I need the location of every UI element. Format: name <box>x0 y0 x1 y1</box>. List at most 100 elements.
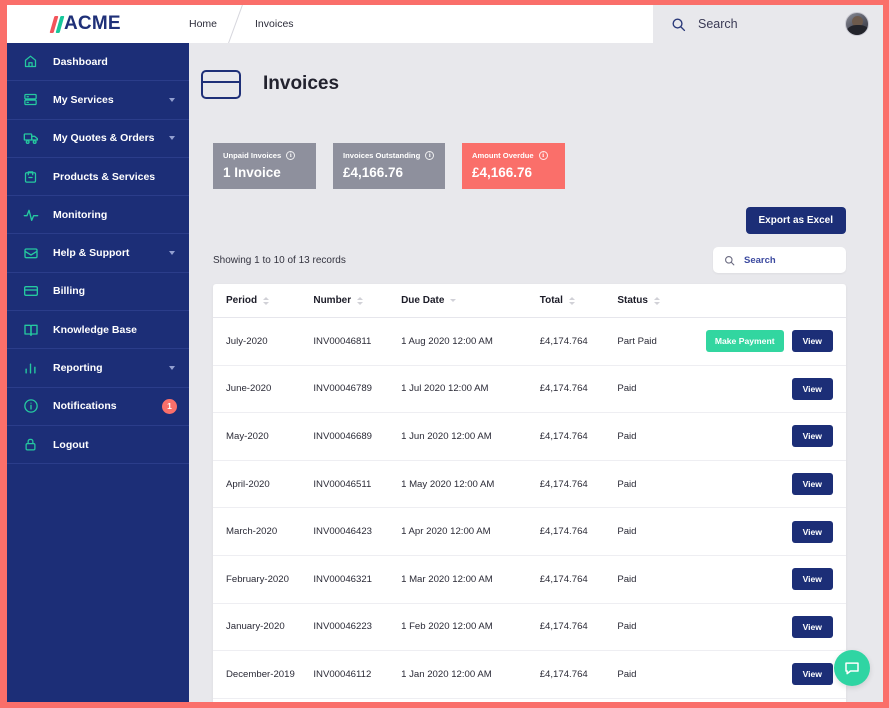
sidebar-item-products-services[interactable]: Products & Services <box>7 158 189 197</box>
make-payment-button[interactable]: Make Payment <box>705 330 784 353</box>
action-buttons: View <box>706 615 833 638</box>
top-bar: ACME Home Invoices Search <box>7 5 883 43</box>
cell-actions: View <box>705 365 846 414</box>
app-shell: ACME Home Invoices Search Dashboard My S… <box>7 5 883 702</box>
records-count-text: Showing 1 to 10 of 13 records <box>213 254 346 266</box>
view-button[interactable]: View <box>791 330 833 353</box>
sidebar-label: Monitoring <box>53 208 108 221</box>
table-row: June-2020 INV00046789 1 Jul 2020 12:00 AM £… <box>213 365 846 414</box>
chevron-down-icon[interactable] <box>169 136 175 141</box>
sort-icon[interactable] <box>263 296 270 305</box>
sidebar-item-knowledge-base[interactable]: Knowledge Base <box>7 311 189 350</box>
table-body: July-2020 INV00046811 1 Aug 2020 12:00 AM £… <box>213 317 846 702</box>
column-header-actions <box>705 284 846 318</box>
column-label: Total <box>539 295 563 306</box>
cell-due-date: 1 May 2020 12:00 AM <box>401 460 540 509</box>
sidebar-item-reporting[interactable]: Reporting <box>7 349 189 388</box>
cell-status: Paid <box>617 603 706 652</box>
sidebar-item-notifications[interactable]: Notifications 1 <box>7 388 189 426</box>
cell-number: INV00046511 <box>313 460 402 509</box>
info-tooltip-icon[interactable]: i <box>425 151 435 160</box>
cell-status: Paid <box>617 650 706 699</box>
cell-number: INV00046789 <box>313 365 402 414</box>
table-row: May-2020 INV00046689 1 Jun 2020 12:00 AM £4… <box>213 412 846 461</box>
table-search-input[interactable]: Search <box>744 255 776 266</box>
avatar[interactable] <box>845 12 869 36</box>
view-button[interactable]: View <box>791 425 833 448</box>
sort-icon[interactable] <box>357 296 364 305</box>
cell-actions: View <box>705 603 846 652</box>
sidebar-label: Notifications <box>53 400 117 413</box>
header-search-input[interactable]: Search <box>698 17 738 31</box>
table-header-row: Period Number Due Date Total Status <box>213 284 846 318</box>
sidebar-item-monitoring[interactable]: Monitoring <box>7 196 189 235</box>
info-tooltip-icon[interactable]: i <box>286 151 296 160</box>
bag-icon <box>21 167 40 186</box>
cell-number: INV00046811 <box>313 317 402 366</box>
logo-slashes-icon <box>49 15 64 33</box>
cell-status: Paid <box>617 412 706 461</box>
cell-number: INV00046112 <box>313 650 402 699</box>
table-row: December-2019 INV00046112 1 Jan 2020 12:00… <box>213 650 846 699</box>
stat-cards: Unpaid Invoices i 1 Invoice Invoices Out… <box>189 105 883 189</box>
column-label: Period <box>226 295 258 306</box>
cell-due-date: 1 Dec 2019 12:00 AM <box>401 698 540 702</box>
cell-total: £4,174.764 <box>539 650 618 699</box>
cell-actions: Make Payment View <box>705 317 846 366</box>
stat-label: Unpaid Invoices <box>223 151 282 160</box>
cell-due-date: 1 Mar 2020 12:00 AM <box>401 555 540 604</box>
table-row: February-2020 INV00046321 1 Mar 2020 12:00… <box>213 555 846 604</box>
card-icon <box>21 282 40 301</box>
view-button[interactable]: View <box>791 615 833 638</box>
column-header-total[interactable]: Total <box>539 284 618 318</box>
cell-actions: View <box>705 555 846 604</box>
view-button[interactable]: View <box>791 377 833 400</box>
cell-status: Paid <box>617 555 706 604</box>
info-tooltip-icon[interactable]: i <box>538 151 548 160</box>
column-header-due-date[interactable]: Due Date <box>401 284 540 318</box>
server-icon <box>21 90 40 109</box>
chevron-down-icon[interactable] <box>169 251 175 256</box>
sidebar-item-help-support[interactable]: Help & Support <box>7 234 189 273</box>
sort-icon[interactable] <box>653 296 660 305</box>
column-header-period[interactable]: Period <box>213 284 314 318</box>
chevron-down-icon[interactable] <box>169 366 175 371</box>
header-search[interactable]: Search <box>653 5 883 43</box>
stat-card-unpaid-invoices: Unpaid Invoices i 1 Invoice <box>213 143 316 189</box>
sidebar-item-my-services[interactable]: My Services <box>7 81 189 120</box>
action-buttons: View <box>706 377 833 400</box>
table-search[interactable]: Search <box>713 247 846 273</box>
sidebar-item-dashboard[interactable]: Dashboard <box>7 43 189 82</box>
sidebar-item-logout[interactable]: Logout <box>7 426 189 465</box>
export-as-excel-button[interactable]: Export as Excel <box>745 207 846 234</box>
breadcrumb-item-invoices[interactable]: Invoices <box>253 18 296 30</box>
records-row: Showing 1 to 10 of 13 records Search <box>189 234 883 273</box>
sort-icon-desc[interactable] <box>450 299 457 302</box>
view-button[interactable]: View <box>791 663 833 686</box>
table-row: November-2019INV000460121 Dec 2019 12:00… <box>213 698 846 702</box>
view-button[interactable]: View <box>791 568 833 591</box>
brand-logo[interactable]: ACME <box>7 5 187 43</box>
home-icon <box>21 52 40 71</box>
view-button[interactable]: View <box>791 520 833 543</box>
stat-value: £4,166.76 <box>343 165 404 180</box>
cell-number: INV00046423 <box>313 507 402 556</box>
chevron-down-icon[interactable] <box>169 97 175 102</box>
cell-total: £4,174.764 <box>539 507 618 556</box>
sort-icon[interactable] <box>568 296 575 305</box>
sidebar-item-billing[interactable]: Billing <box>7 273 189 312</box>
breadcrumb-item-home[interactable]: Home <box>187 18 219 30</box>
column-header-status[interactable]: Status <box>617 284 706 318</box>
action-buttons: View <box>706 568 833 591</box>
breadcrumb: Home Invoices <box>187 5 653 43</box>
view-button[interactable]: View <box>791 473 833 496</box>
book-icon <box>21 320 40 339</box>
cell-due-date: 1 Jun 2020 12:00 AM <box>401 412 540 461</box>
chat-widget-button[interactable] <box>834 650 870 686</box>
cell-period: May-2020 <box>213 412 314 461</box>
sidebar-label: Reporting <box>53 362 103 375</box>
sidebar-item-my-quotes-orders[interactable]: My Quotes & Orders <box>7 120 189 158</box>
column-header-number[interactable]: Number <box>313 284 402 318</box>
table-row: March-2020 INV00046423 1 Apr 2020 12:00 AM… <box>213 507 846 556</box>
invoices-table: Period Number Due Date Total Status July… <box>213 284 846 702</box>
